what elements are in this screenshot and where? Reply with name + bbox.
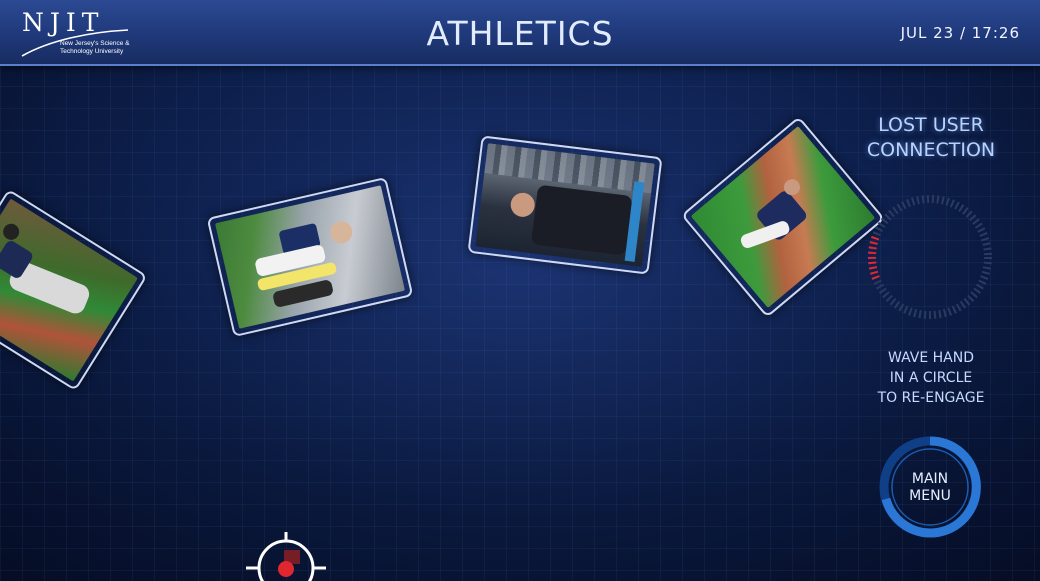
page-title: ATHLETICS — [426, 14, 614, 53]
header-bar: NJIT New Jersey's Science & Technology U… — [0, 0, 1040, 66]
lost-line-1: LOST USER — [878, 114, 984, 136]
wave-line-1: WAVE HAND — [888, 350, 974, 366]
lost-line-2: CONNECTION — [866, 139, 996, 161]
date-time: JUL 23 / 17:26 — [900, 24, 1020, 42]
lost-connection-message: LOST USER CONNECTION — [850, 113, 1012, 163]
reengage-progress-ring — [868, 195, 992, 319]
wave-line-3: TO RE-ENGAGE — [877, 390, 985, 406]
athletics-screen: NJIT New Jersey's Science & Technology U… — [0, 0, 1040, 581]
reengage-progress-arc — [868, 234, 880, 280]
main-menu-button[interactable]: MAIN MENU — [876, 433, 984, 541]
hand-cursor-icon — [246, 532, 326, 581]
wave-instructions: WAVE HAND IN A CIRCLE TO RE-ENGAGE — [850, 348, 1012, 408]
wave-line-2: IN A CIRCLE — [889, 370, 973, 386]
main-menu-line-2: MENU — [909, 488, 951, 504]
main-menu-label: MAIN MENU — [876, 471, 984, 505]
main-menu-line-1: MAIN — [911, 471, 949, 487]
photo-coach-interview[interactable] — [467, 135, 663, 275]
